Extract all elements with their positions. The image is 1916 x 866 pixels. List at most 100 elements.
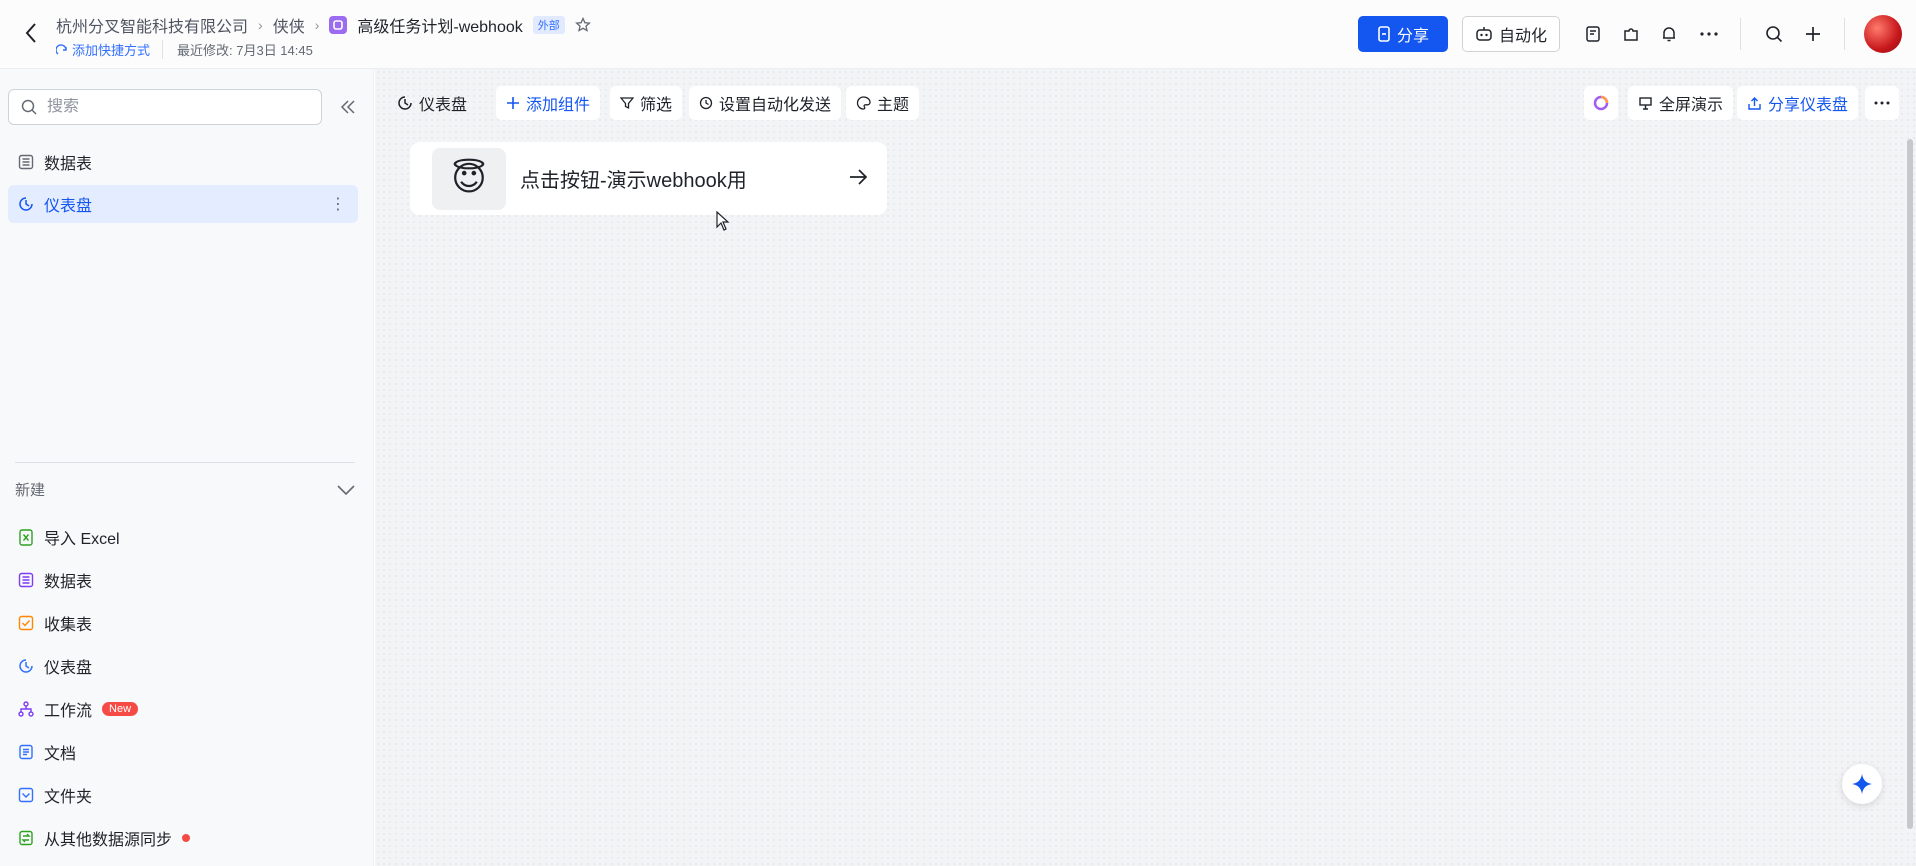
- folder-icon: [18, 787, 34, 803]
- new-section-header[interactable]: 新建: [15, 479, 355, 500]
- share-dashboard-button[interactable]: 分享仪表盘: [1737, 86, 1859, 120]
- divider: [1740, 18, 1741, 50]
- more-vertical-icon[interactable]: ⋮: [330, 194, 346, 214]
- doc-icon: [19, 744, 33, 760]
- automation-button[interactable]: 自动化: [1462, 16, 1560, 52]
- add-widget-button[interactable]: 添加组件: [496, 86, 601, 120]
- filter-icon: [620, 97, 634, 110]
- filter-button[interactable]: 筛选: [610, 86, 683, 120]
- chevron-right-icon: ›: [258, 17, 263, 33]
- new-doc[interactable]: 文档: [18, 740, 76, 764]
- add-widget-label: 添加组件: [526, 97, 591, 114]
- auto-send-button[interactable]: 设置自动化发送: [689, 86, 842, 120]
- notification-dot: [182, 834, 191, 842]
- lock-share-icon: [1378, 26, 1390, 42]
- arrow-right-icon: [850, 169, 868, 185]
- sidebar-divider: [15, 462, 355, 463]
- workflow-icon: [18, 701, 34, 717]
- share-button[interactable]: 分享: [1358, 16, 1448, 52]
- new-badge: New: [102, 702, 139, 716]
- new-item-label: 收集表: [44, 617, 93, 634]
- last-modified: 最近修改: 7月3日 14:45: [162, 40, 313, 59]
- new-item-label: 从其他数据源同步: [44, 832, 173, 849]
- new-item-label: 工作流: [44, 703, 93, 720]
- back-icon[interactable]: [18, 20, 44, 46]
- form-icon: [18, 615, 34, 631]
- more-icon[interactable]: [1696, 21, 1722, 47]
- search-icon: [21, 99, 37, 115]
- bell-icon[interactable]: [1656, 21, 1682, 47]
- table-icon: [18, 154, 34, 170]
- new-item-label: 文档: [44, 746, 77, 763]
- theme-button[interactable]: 主题: [846, 86, 920, 120]
- share-dashboard-label: 分享仪表盘: [1768, 97, 1849, 114]
- dashboard-icon: [19, 197, 33, 211]
- sidebar-item-label: 仪表盘: [44, 198, 93, 215]
- new-import-excel[interactable]: 导入 Excel: [18, 525, 120, 549]
- fullscreen-button[interactable]: 全屏演示: [1628, 86, 1734, 120]
- divider: [1844, 18, 1845, 50]
- doc-title[interactable]: 高级任务计划-webhook: [357, 13, 522, 37]
- presentation-icon: [1639, 96, 1652, 110]
- automation-label: 自动化: [1498, 28, 1547, 45]
- plus-icon[interactable]: [1800, 21, 1826, 47]
- record-icon[interactable]: [1580, 21, 1606, 47]
- palette-icon: [856, 96, 871, 110]
- avatar[interactable]: [1864, 15, 1902, 53]
- ai-sparkle-icon[interactable]: [1842, 764, 1882, 804]
- new-form[interactable]: 收集表: [18, 611, 92, 635]
- dashboard-icon: [398, 96, 412, 110]
- auto-send-label: 设置自动化发送: [719, 97, 832, 114]
- plus-icon: [507, 97, 519, 109]
- new-dashboard[interactable]: 仪表盘: [18, 654, 92, 678]
- star-icon[interactable]: [574, 17, 591, 33]
- clock-send-icon: [699, 96, 713, 110]
- top-bar: 杭州分叉智能科技有限公司 › 侠侠 › 高级任务计划-webhook 外部 添加…: [0, 0, 1916, 69]
- new-workflow[interactable]: 工作流 New: [18, 697, 139, 721]
- share-icon: [1748, 96, 1761, 110]
- subline: 添加快捷方式 最近修改: 7月3日 14:45: [56, 40, 313, 59]
- more-icon[interactable]: [1865, 86, 1899, 120]
- add-shortcut-link[interactable]: 添加快捷方式: [56, 40, 150, 59]
- shortcut-icon: [56, 43, 67, 55]
- theme-label: 主题: [877, 97, 910, 114]
- robot-icon: [1476, 27, 1492, 41]
- mouse-cursor-icon: [716, 211, 730, 231]
- new-sync-source[interactable]: 从其他数据源同步: [18, 826, 191, 850]
- dashboard-canvas: 仪表盘 添加组件 筛选 设置自动化发送 主题 全屏演示 分享仪表盘 😇 点击按钮…: [375, 69, 1916, 866]
- sidebar-item-dashboard[interactable]: 仪表盘 ⋮: [8, 185, 358, 223]
- button-widget[interactable]: 😇 点击按钮-演示webhook用: [410, 142, 887, 215]
- new-folder[interactable]: 文件夹: [18, 783, 92, 807]
- search-box[interactable]: [8, 89, 322, 125]
- new-table[interactable]: 数据表: [18, 568, 92, 592]
- filter-label: 筛选: [640, 97, 673, 114]
- chevron-right-icon: ›: [314, 17, 320, 33]
- new-item-label: 文件夹: [44, 789, 93, 806]
- new-item-label: 导入 Excel: [44, 531, 120, 548]
- breadcrumb: 杭州分叉智能科技有限公司 › 侠侠 › 高级任务计划-webhook 外部: [56, 13, 591, 37]
- button-widget-label: 点击按钮-演示webhook用: [520, 170, 747, 192]
- sidebar-item-table[interactable]: 数据表: [8, 143, 358, 181]
- ai-ring-icon[interactable]: [1584, 86, 1618, 120]
- new-item-label: 数据表: [44, 574, 93, 591]
- angel-emoji-icon: 😇: [432, 147, 506, 210]
- scrollbar[interactable]: [1907, 139, 1913, 829]
- collapse-sidebar-icon[interactable]: [336, 95, 360, 119]
- table-icon: [18, 572, 34, 588]
- search-icon[interactable]: [1761, 21, 1787, 47]
- sidebar: 数据表 仪表盘 ⋮ 新建 导入 Excel 数据表 收集表 仪表盘 工作流 Ne…: [0, 69, 374, 866]
- dashboard-title: 仪表盘: [419, 97, 468, 114]
- sidebar-item-label: 数据表: [44, 156, 93, 173]
- new-item-label: 仪表盘: [44, 660, 93, 677]
- plugin-icon[interactable]: [1618, 21, 1644, 47]
- share-label: 分享: [1396, 28, 1429, 45]
- breadcrumb-company[interactable]: 杭州分叉智能科技有限公司: [56, 13, 248, 37]
- new-section-label: 新建: [15, 482, 46, 499]
- search-input[interactable]: [47, 98, 287, 116]
- dashboard-icon: [19, 659, 33, 673]
- fullscreen-label: 全屏演示: [1659, 97, 1724, 114]
- dashboard-title-button[interactable]: 仪表盘: [387, 86, 477, 120]
- external-badge: 外部: [532, 16, 565, 34]
- base-icon: [329, 16, 348, 34]
- breadcrumb-folder[interactable]: 侠侠: [273, 13, 305, 37]
